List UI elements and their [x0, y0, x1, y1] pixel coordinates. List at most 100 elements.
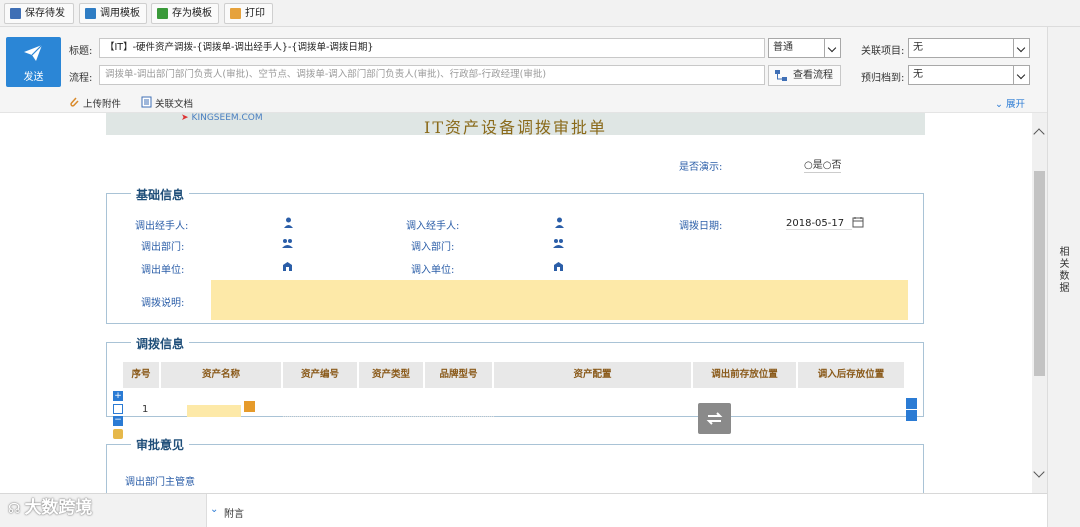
priority-select[interactable]: 普通	[768, 38, 841, 58]
row-index: 1	[142, 404, 149, 415]
department-icon[interactable]	[553, 238, 564, 249]
save-icon	[10, 8, 21, 19]
column-header-asset-number: 资产编号	[283, 362, 359, 388]
paperclip-icon	[70, 97, 79, 107]
title-label: 标题:	[69, 46, 93, 57]
building-icon[interactable]	[553, 261, 564, 272]
send-button[interactable]: 发送	[6, 37, 61, 87]
print-button[interactable]: 打印	[224, 3, 273, 24]
compose-header: 发送 标题: 【IT】-硬件资产调拨-{调拨单-调出经手人}-{调拨单-调拨日期…	[0, 27, 1047, 113]
upload-attachment-label: 上传附件	[83, 99, 122, 110]
save-draft-button[interactable]: 保存待发	[4, 3, 74, 24]
form-title: IT资产设备调拨审批单	[424, 118, 607, 137]
save-draft-label: 保存待发	[25, 8, 65, 19]
chevron-down-icon	[1013, 66, 1029, 84]
remark-label: 附言	[224, 509, 244, 520]
scroll-down-icon[interactable]	[1033, 466, 1045, 478]
related-doc-link[interactable]: 关联文档	[141, 96, 193, 110]
flow-input[interactable]: 调拨单-调出部门部门负责人(审批)、空节点、调拨单-调入部门部门负责人(审批)、…	[99, 65, 765, 85]
out-dept-label: 调出部门:	[141, 242, 185, 253]
transfer-note-label: 调拨说明:	[141, 298, 185, 309]
watermark-text: 大数跨境	[24, 498, 93, 518]
building-icon[interactable]	[282, 261, 293, 272]
chevron-down-icon	[824, 39, 840, 57]
person-icon[interactable]	[284, 217, 293, 228]
related-data-panel[interactable]: 相关数据	[1047, 27, 1080, 527]
paper-plane-icon	[24, 44, 43, 61]
template-icon	[85, 8, 96, 19]
remark-bar[interactable]: ⌄ 附言	[206, 494, 1047, 527]
in-handler-label: 调入经手人:	[406, 221, 460, 232]
out-unit-label: 调出单位:	[141, 265, 185, 276]
column-header-brand-model: 品牌型号	[425, 362, 494, 388]
printer-icon	[230, 8, 241, 19]
row-fields-line	[283, 416, 494, 417]
department-icon[interactable]	[282, 238, 293, 249]
related-project-value: 无	[913, 42, 923, 53]
calendar-icon[interactable]	[852, 216, 864, 228]
expand-label: 展开	[1006, 99, 1026, 110]
asset-name-input[interactable]	[187, 405, 241, 417]
person-icon[interactable]	[555, 217, 564, 228]
chevron-down-icon	[1013, 39, 1029, 57]
view-flow-label: 查看流程	[793, 70, 833, 81]
out-dept-opinion-label: 调出部门主管意	[125, 477, 195, 488]
save-as-template-label: 存为模板	[172, 8, 212, 19]
transfer-info-title: 调拨信息	[131, 335, 190, 352]
in-unit-label: 调入单位:	[411, 265, 455, 276]
document-icon	[141, 96, 152, 108]
use-template-label: 调用模板	[100, 8, 140, 19]
archive-label: 预归档到:	[861, 73, 905, 84]
loading-spinner-icon	[698, 403, 731, 434]
demo-radio-group[interactable]: ○是○否	[804, 156, 842, 173]
save-as-template-button[interactable]: 存为模板	[151, 3, 219, 24]
toolbar: 保存待发 调用模板 存为模板 打印	[0, 0, 1080, 27]
send-label: 发送	[23, 72, 44, 83]
add-row-icon[interactable]: +	[113, 391, 123, 401]
out-handler-label: 调出经手人:	[135, 221, 189, 232]
priority-value: 普通	[773, 42, 793, 53]
print-label: 打印	[245, 8, 265, 19]
archive-value: 无	[913, 69, 923, 80]
save-template-icon	[157, 8, 168, 19]
approval-title: 审批意见	[131, 436, 190, 453]
flow-icon	[775, 70, 787, 81]
form-banner: ➤ KINGSEEM.COM IT资产设备调拨审批单	[106, 113, 925, 137]
double-chevron-down-icon: ⌄	[995, 99, 1003, 110]
basic-info-title: 基础信息	[131, 186, 190, 203]
use-template-button[interactable]: 调用模板	[79, 3, 147, 24]
scroll-thumb[interactable]	[1034, 171, 1045, 376]
column-header-location-before: 调出前存放位置	[693, 362, 798, 388]
row-checkbox[interactable]	[113, 404, 123, 414]
view-flow-button[interactable]: 查看流程	[768, 65, 841, 86]
chevron-down-icon: ⌄	[210, 504, 219, 515]
demo-label: 是否演示:	[679, 162, 723, 173]
archive-select[interactable]: 无	[908, 65, 1030, 85]
related-project-label: 关联项目:	[861, 46, 905, 57]
batch-icon[interactable]	[113, 429, 123, 439]
column-header-asset-config: 资产配置	[494, 362, 693, 388]
bottom-bar: ⌄ 附言	[0, 493, 1047, 527]
row-move-down-icon[interactable]	[906, 410, 917, 421]
expand-link[interactable]: ⌄ 展开	[995, 96, 1025, 110]
row-move-up-icon[interactable]	[906, 398, 917, 409]
scroll-up-icon[interactable]	[1033, 128, 1045, 140]
related-doc-label: 关联文档	[155, 99, 194, 110]
transfer-date-label: 调拨日期:	[679, 221, 723, 232]
flow-label: 流程:	[69, 73, 93, 84]
column-header-index: 序号	[123, 362, 161, 388]
upload-attachment-link[interactable]: 上传附件	[69, 96, 121, 110]
column-header-asset-name: 资产名称	[161, 362, 283, 388]
transfer-note-input[interactable]	[211, 280, 908, 320]
column-header-location-after: 调入后存放位置	[798, 362, 904, 388]
column-header-asset-type: 资产类型	[359, 362, 425, 388]
in-dept-label: 调入部门:	[411, 242, 455, 253]
remove-row-icon[interactable]: −	[113, 416, 123, 426]
watermark-logo-icon: ☊	[8, 501, 21, 517]
transfer-date-field[interactable]: 2018-05-17	[786, 218, 852, 230]
form-scrollbar[interactable]	[1032, 113, 1047, 493]
related-data-label: 相关数据	[1059, 247, 1070, 294]
related-project-select[interactable]: 无	[908, 38, 1030, 58]
title-input[interactable]: 【IT】-硬件资产调拨-{调拨单-调出经手人}-{调拨单-调拨日期}	[99, 38, 765, 58]
asset-lookup-icon[interactable]	[244, 401, 255, 412]
